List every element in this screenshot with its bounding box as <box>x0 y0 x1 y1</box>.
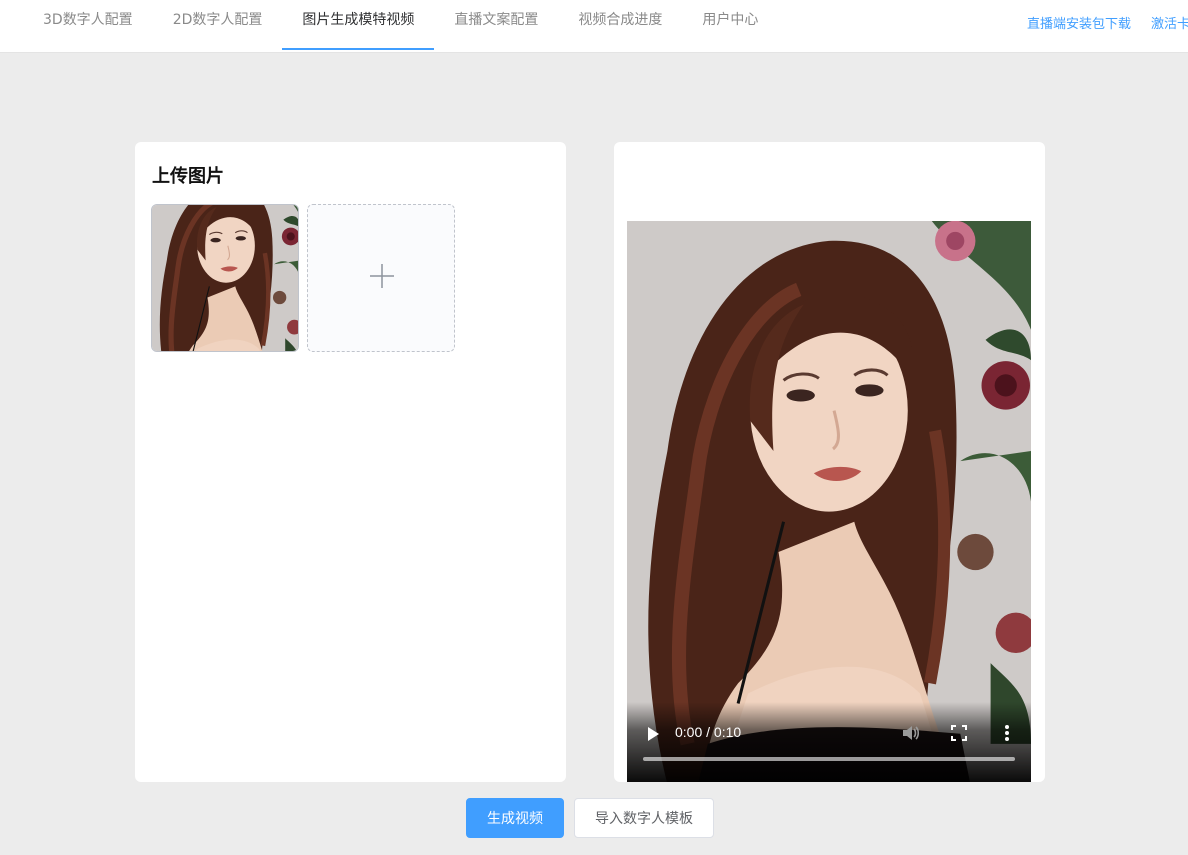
video-time: 0:00 / 0:10 <box>675 724 742 740</box>
tab-3d-digital-human[interactable]: 3D数字人配置 <box>23 0 153 50</box>
activation-card-link[interactable]: 激活卡 <box>1151 13 1188 32</box>
fullscreen-icon[interactable] <box>951 725 967 741</box>
upload-title: 上传图片 <box>152 166 224 187</box>
play-icon[interactable] <box>645 726 661 742</box>
plus-icon <box>370 264 394 288</box>
portrait-image <box>152 205 299 352</box>
tab-image-to-video[interactable]: 图片生成模特视频 <box>282 0 435 50</box>
video-player[interactable]: 0:00 / 0:10 <box>627 221 1031 782</box>
import-template-button[interactable]: 导入数字人模板 <box>574 798 714 838</box>
top-navigation: 3D数字人配置 2D数字人配置 图片生成模特视频 直播文案配置 视频合成进度 用… <box>0 0 1188 53</box>
nav-tabs: 3D数字人配置 2D数字人配置 图片生成模特视频 直播文案配置 视频合成进度 用… <box>0 0 778 50</box>
volume-icon[interactable] <box>901 724 919 742</box>
uploaded-image-thumbnail[interactable] <box>151 204 299 352</box>
upload-panel: 上传图片 <box>135 142 566 782</box>
image-upload-button[interactable] <box>307 204 455 352</box>
tab-video-progress[interactable]: 视频合成进度 <box>558 0 682 50</box>
tab-2d-digital-human[interactable]: 2D数字人配置 <box>153 0 283 50</box>
video-frame <box>627 221 1031 782</box>
top-links: 直播端安装包下载 激活卡 <box>1007 0 1188 44</box>
installer-download-link[interactable]: 直播端安装包下载 <box>1027 13 1131 32</box>
tab-user-center[interactable]: 用户中心 <box>682 0 778 50</box>
more-options-icon[interactable] <box>1003 724 1011 742</box>
video-controls: 0:00 / 0:10 <box>627 702 1031 782</box>
video-progress-bar[interactable] <box>643 757 1015 761</box>
video-preview-panel: 0:00 / 0:10 <box>614 142 1045 782</box>
tab-live-script[interactable]: 直播文案配置 <box>434 0 558 50</box>
generate-video-button[interactable]: 生成视频 <box>466 798 564 838</box>
